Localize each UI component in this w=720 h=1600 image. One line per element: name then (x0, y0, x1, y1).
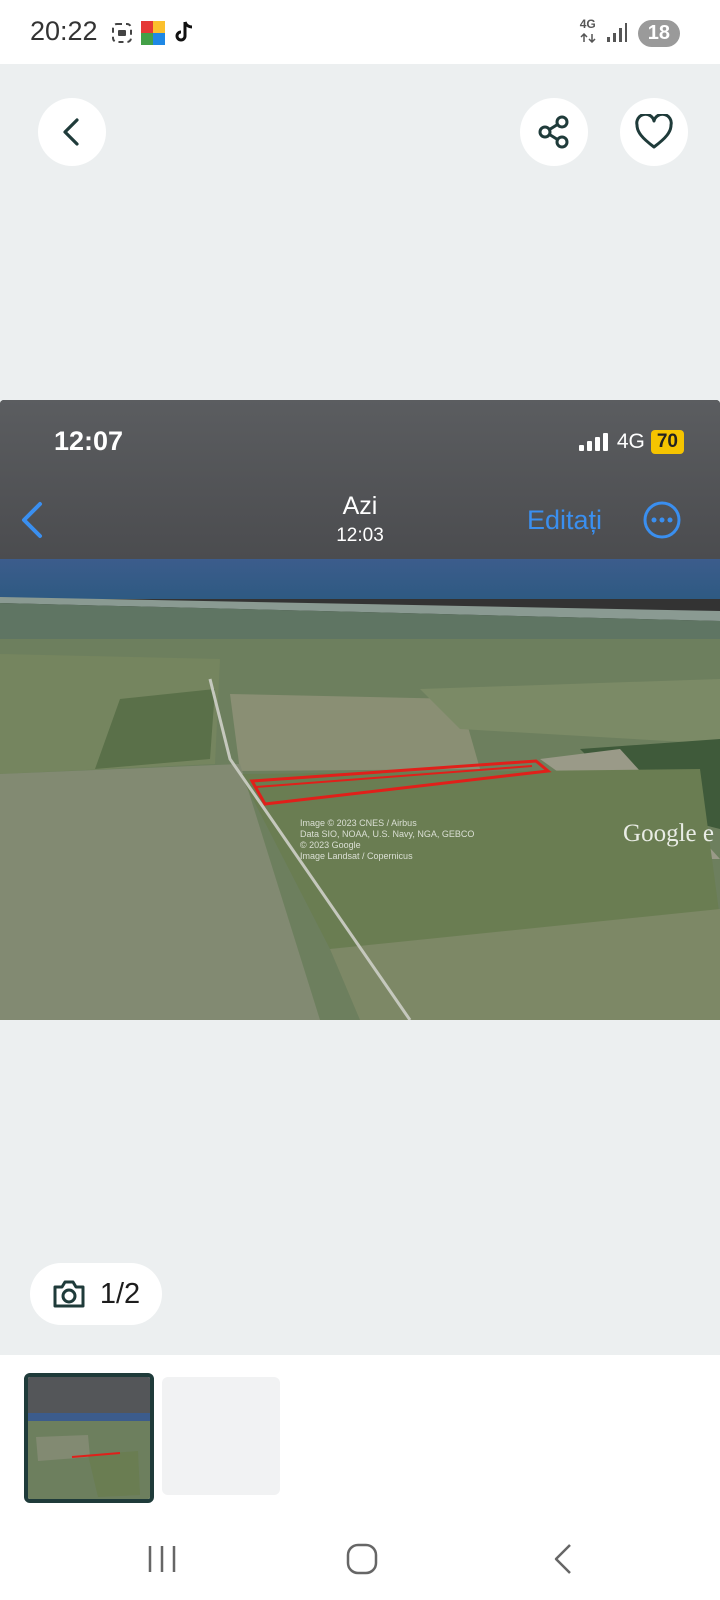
thumbnail-strip (0, 1355, 720, 1515)
system-back-button[interactable] (534, 1537, 594, 1581)
map-attribution-line: Image © 2023 CNES / Airbus (300, 818, 417, 828)
system-back-icon (554, 1544, 571, 1574)
home-icon (346, 1543, 378, 1575)
photo-counter-label: 1/2 (99, 1277, 141, 1310)
notification-icons (110, 20, 196, 46)
battery-badge: 18 (637, 19, 680, 47)
status-bar: 20:22 4G 18 (0, 0, 720, 64)
screenshot-icon (112, 23, 132, 43)
photo-title: Azi (342, 492, 378, 520)
photo-status-icons: 4G 70 (578, 430, 684, 454)
photo-network-label: 4G (616, 430, 645, 453)
network-indicator: 4G (580, 18, 596, 48)
tiktok-icon (175, 21, 193, 42)
recent-apps-button[interactable] (132, 1537, 192, 1581)
photo-status-time: 12:07 (54, 426, 124, 456)
favorite-button[interactable] (620, 98, 688, 166)
thumbnail-2[interactable] (162, 1377, 280, 1495)
recent-apps-icon (148, 1546, 176, 1572)
map-attribution-line: Data SIO, NOAA, U.S. Navy, NGA, GEBCO (300, 829, 475, 839)
app-icon (141, 21, 165, 45)
share-button[interactable] (520, 98, 588, 166)
thumbnail-1-image (28, 1377, 150, 1499)
share-icon (538, 115, 569, 149)
status-right: 4G 18 (580, 18, 680, 48)
thumbnail-1[interactable] (24, 1373, 154, 1503)
listing-photo[interactable]: 12:07 4G 70 Azi 12:03 Editați Image © 20… (0, 400, 720, 1020)
photo-subtitle: 12:03 (336, 525, 384, 546)
photo-counter[interactable]: 1/2 (30, 1263, 162, 1325)
heart-icon (635, 114, 673, 149)
photo-ios-header: 12:07 4G 70 Azi 12:03 Editați (0, 400, 720, 559)
photo-battery: 70 (650, 430, 684, 454)
navigation-bar (0, 1515, 720, 1600)
signal-icon (606, 23, 627, 42)
status-time: 20:22 (30, 16, 98, 46)
back-button[interactable] (38, 98, 106, 166)
map-attribution-line: Image Landsat / Copernicus (300, 851, 413, 861)
map-attribution-line: © 2023 Google (300, 840, 361, 850)
home-button[interactable] (332, 1537, 392, 1581)
satellite-map (0, 559, 720, 1020)
photo-edit-label: Editați (526, 505, 602, 535)
network-label: 4G (579, 17, 596, 31)
map-logo: Google e (623, 820, 714, 847)
map-attribution: Image © 2023 CNES / Airbus Data SIO, NOA… (300, 818, 474, 862)
camera-icon (53, 1280, 85, 1308)
more-icon (643, 501, 681, 539)
back-icon (63, 118, 79, 146)
photo-signal-icon (578, 433, 608, 451)
data-arrows-icon (580, 32, 596, 44)
